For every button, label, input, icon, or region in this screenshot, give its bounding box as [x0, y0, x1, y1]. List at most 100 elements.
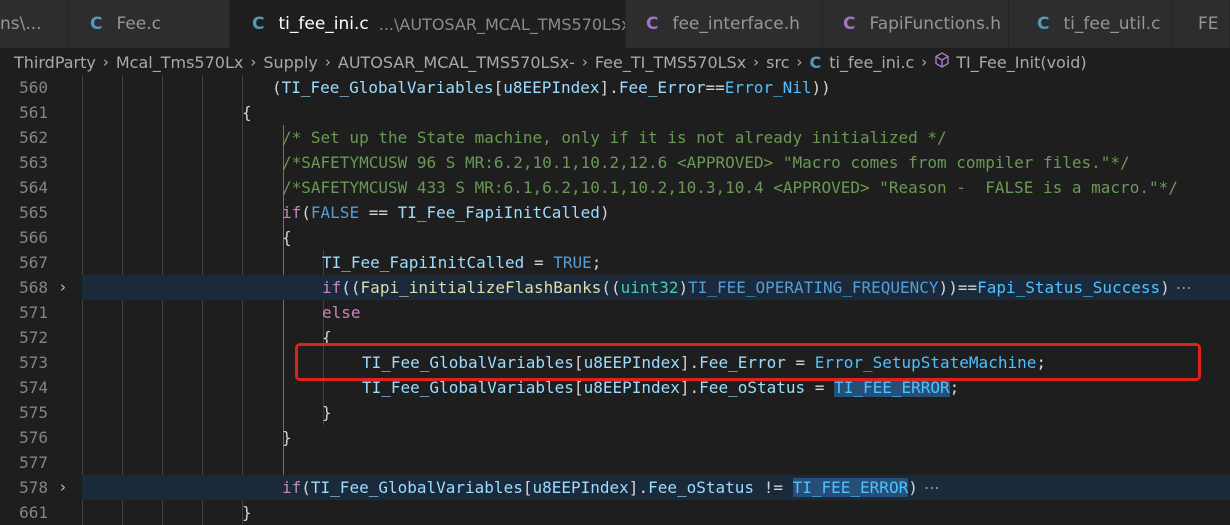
line-number: 562 — [19, 128, 48, 147]
fold-ellipsis-icon[interactable]: ⋯ — [924, 478, 940, 497]
line-background — [82, 225, 1230, 250]
line-number: 566 — [19, 228, 48, 247]
tab-truncated[interactable]: ns\... — [0, 0, 68, 48]
tab-fee-interface-h[interactable]: C fee_interface.h — [626, 0, 823, 48]
code-line[interactable]: 565 if(FALSE == TI_Fee_FapiInitCalled) — [0, 200, 1230, 225]
fold-chevron-icon[interactable]: › — [60, 475, 66, 500]
code-line[interactable]: 567 TI_Fee_FapiInitCalled = TRUE; — [0, 250, 1230, 275]
code-text: } — [322, 403, 332, 422]
c-file-icon: C — [1037, 14, 1050, 34]
code-text: } — [282, 428, 292, 447]
code-line[interactable]: 576} — [0, 425, 1230, 450]
line-number: 573 — [19, 353, 48, 372]
tab-fee-c[interactable]: C Fee.c — [68, 0, 230, 48]
line-number: 571 — [19, 303, 48, 322]
c-file-icon: C — [90, 14, 103, 34]
chevron-right-icon: › — [581, 53, 588, 71]
code-line[interactable]: 562 /* Set up the State machine, only if … — [0, 125, 1230, 150]
tab-fe-truncated[interactable]: FE — [1172, 0, 1230, 48]
line-background — [82, 450, 1230, 475]
tab-label: fee_interface.h — [672, 14, 800, 34]
chevron-right-icon: › — [102, 53, 109, 71]
chevron-right-icon: › — [324, 53, 331, 71]
code-line[interactable]: 563 /*SAFETYMCUSW 96 S MR:6.2,10.1,10.2,1… — [0, 150, 1230, 175]
breadcrumb-item-symbol[interactable]: TI_Fee_Init(void) — [956, 53, 1086, 72]
line-number: 563 — [19, 153, 48, 172]
chevron-right-icon: › — [753, 53, 760, 71]
tab-label: ns\... — [0, 14, 42, 34]
chevron-right-icon: › — [921, 53, 928, 71]
tab-label: ti_fee_util.c — [1063, 14, 1161, 34]
tab-ti-fee-ini-c[interactable]: C ti_fee_ini.c ...\AUTOSAR_MCAL_TMS570LS… — [230, 0, 626, 48]
chevron-right-icon: › — [796, 53, 803, 71]
code-line[interactable]: 661} — [0, 500, 1230, 525]
tab-label: Fee.c — [116, 14, 162, 34]
code-line[interactable]: 575} — [0, 400, 1230, 425]
breadcrumb-item-mcal[interactable]: Mcal_Tms570Lx — [116, 53, 243, 72]
fold-ellipsis-icon[interactable]: ⋯ — [1176, 278, 1192, 297]
line-number: 576 — [19, 428, 48, 447]
line-background — [82, 500, 1230, 525]
line-background — [82, 425, 1230, 450]
code-text: { — [242, 103, 252, 122]
code-line[interactable]: 578 › if(TI_Fee_GlobalVariables[u8EEPIndex… — [0, 475, 1230, 500]
line-number: 560 — [19, 78, 48, 97]
line-number: 565 — [19, 203, 48, 222]
code-text: TI_Fee_FapiInitCalled = TRUE; — [322, 253, 602, 272]
line-number: 561 — [19, 103, 48, 122]
h-file-icon: C — [843, 14, 856, 34]
code-text: /* Set up the State machine, only if it … — [282, 128, 947, 147]
breadcrumb-item-autosar[interactable]: AUTOSAR_MCAL_TMS570LSx- — [338, 53, 575, 72]
highlight-annotation-box — [295, 343, 1201, 381]
tab-fapifunctions-h[interactable]: C FapiFunctions.h — [823, 0, 1009, 48]
code-line[interactable]: 561 { — [0, 100, 1230, 125]
line-number: 564 — [19, 178, 48, 197]
line-number: 577 — [19, 453, 48, 472]
chevron-right-icon: › — [250, 53, 257, 71]
line-number: 572 — [19, 328, 48, 347]
line-background — [82, 200, 1230, 225]
h-file-icon: C — [646, 14, 659, 34]
code-line[interactable]: 577 — [0, 450, 1230, 475]
code-text: if((Fapi_initializeFlashBanks((uint32)TI… — [322, 278, 1192, 297]
breadcrumb-item-thirdparty[interactable]: ThirdParty — [14, 53, 96, 72]
code-text: if(FALSE == TI_Fee_FapiInitCalled) — [282, 203, 610, 222]
tab-path: ...\AUTOSAR_MCAL_TMS570LSx-\... — [378, 14, 625, 34]
tab-ti-fee-util-c[interactable]: C ti_fee_util.c — [1009, 0, 1172, 48]
line-number: 574 — [19, 378, 48, 397]
code-text: /*SAFETYMCUSW 96 S MR:6.2,10.1,10.2,12.6… — [282, 153, 1130, 172]
code-line[interactable]: 566 { — [0, 225, 1230, 250]
code-text: } — [242, 503, 252, 522]
method-cube-icon — [934, 52, 950, 72]
code-editor[interactable]: 560 (TI_Fee_GlobalVariables[u8EEPIndex].F… — [0, 75, 1230, 525]
line-number: 661 — [19, 503, 48, 522]
breadcrumb-item-src[interactable]: src — [766, 53, 789, 72]
line-number: 575 — [19, 403, 48, 422]
breadcrumb-item-supply[interactable]: Supply — [263, 53, 318, 72]
code-text: else — [322, 303, 361, 322]
line-background — [82, 400, 1230, 425]
line-number: 568 — [19, 278, 48, 297]
code-line[interactable]: 568 › if((Fapi_initializeFlashBanks((uint3… — [0, 275, 1230, 300]
breadcrumb-item-fee-ti[interactable]: Fee_TI_TMS570LSx — [595, 53, 746, 72]
line-background — [82, 250, 1230, 275]
line-number: 567 — [19, 253, 48, 272]
tab-label: FapiFunctions.h — [869, 14, 1001, 34]
breadcrumb-item-file[interactable]: ti_fee_ini.c — [829, 53, 914, 72]
line-background — [82, 300, 1230, 325]
c-file-icon: C — [809, 52, 822, 72]
code-line[interactable]: 560 (TI_Fee_GlobalVariables[u8EEPIndex].F… — [0, 75, 1230, 100]
c-file-icon: C — [252, 14, 265, 34]
code-text: { — [282, 228, 292, 247]
breadcrumb: ThirdParty › Mcal_Tms570Lx › Supply › AU… — [0, 49, 1230, 75]
tab-label: ti_fee_ini.c — [278, 14, 369, 34]
code-line[interactable]: 564 /*SAFETYMCUSW 433 S MR:6.1,6.2,10.1,1… — [0, 175, 1230, 200]
code-text: /*SAFETYMCUSW 433 S MR:6.1,6.2,10.1,10.2… — [282, 178, 1178, 197]
code-text: (TI_Fee_GlobalVariables[u8EEPIndex].Fee_… — [272, 78, 831, 97]
editor-tab-bar: ns\... C Fee.c C ti_fee_ini.c ...\AUTOSA… — [0, 0, 1230, 49]
fold-chevron-icon[interactable]: › — [60, 275, 66, 300]
line-number: 578 — [19, 478, 48, 497]
code-line[interactable]: 571 else — [0, 300, 1230, 325]
line-background — [82, 100, 1230, 125]
code-text: if(TI_Fee_GlobalVariables[u8EEPIndex].Fe… — [282, 478, 940, 497]
